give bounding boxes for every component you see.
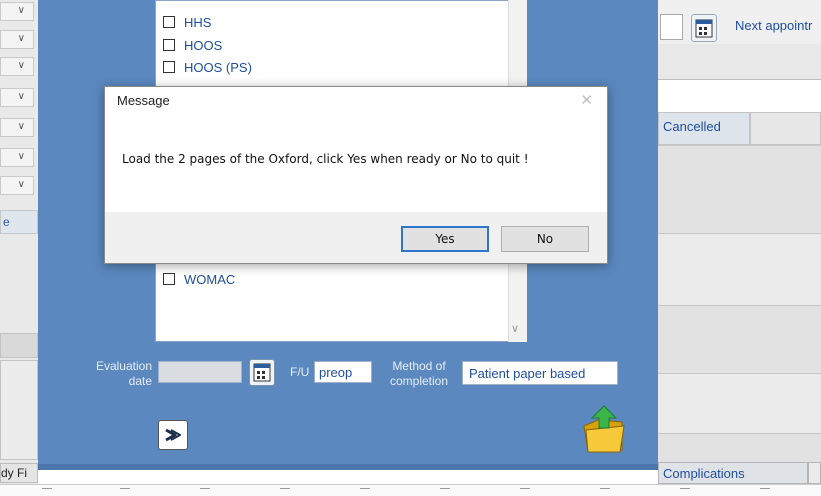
evaluation-date-field[interactable] (158, 361, 242, 383)
right-section (658, 145, 821, 234)
message-dialog: Message ✕ Load the 2 pages of the Oxford… (104, 86, 608, 264)
dialog-message: Load the 2 pages of the Oxford, click Ye… (122, 152, 529, 166)
chevron-down-icon: ∨ (17, 91, 25, 102)
dropdown-2[interactable]: ∨ (0, 30, 34, 49)
checklist-item-label: HHS (184, 14, 212, 30)
calendar-icon[interactable] (691, 14, 717, 42)
method-of-completion-field[interactable]: Patient paper based (462, 361, 618, 385)
chevron-down-icon: ∨ (17, 121, 25, 132)
right-tab-blank (750, 112, 821, 145)
arrow-right-icon (165, 428, 181, 442)
chevron-down-icon: ∨ (17, 33, 25, 44)
right-tab-blank (808, 462, 821, 484)
left-strip: ∨ ∨ ∨ ∨ ∨ ∨ ∨ e dy Fi (0, 0, 38, 495)
calendar-icon[interactable] (249, 359, 275, 386)
forward-button[interactable] (158, 420, 188, 450)
dialog-title: Message (117, 93, 170, 108)
close-icon[interactable]: ✕ (580, 91, 593, 109)
checklist-item[interactable]: HOOS (163, 36, 222, 54)
chevron-down-icon: ∨ (17, 179, 25, 190)
left-block (0, 333, 38, 358)
right-toolbar (658, 44, 821, 80)
checklist-item[interactable]: HHS (163, 13, 211, 31)
checklist-item[interactable]: HOOS (PS) (163, 58, 252, 76)
folder-export-icon[interactable] (578, 404, 630, 456)
no-button[interactable]: No (501, 226, 589, 252)
checkbox[interactable] (163, 273, 175, 285)
checkbox[interactable] (163, 61, 175, 73)
chevron-down-icon: ∨ (17, 60, 25, 71)
dropdown-5[interactable]: ∨ (0, 118, 34, 137)
right-section (658, 433, 821, 463)
dropdown-6[interactable]: ∨ (0, 148, 34, 167)
checklist-item-label: HOOS (PS) (184, 59, 252, 75)
checklist-item[interactable]: WOMAC (163, 270, 235, 288)
bottom-ruler (0, 484, 821, 496)
left-block (0, 360, 38, 460)
checkbox[interactable] (163, 39, 175, 51)
checklist-item-label: WOMAC (184, 271, 236, 287)
scroll-down-icon[interactable]: ∨ (511, 322, 519, 335)
right-section (658, 305, 821, 374)
chevron-down-icon: ∨ (17, 151, 25, 162)
yes-button[interactable]: Yes (401, 226, 489, 252)
next-appointment-label: Next appointr (735, 18, 813, 33)
left-tab-partial[interactable]: e (0, 210, 38, 234)
dropdown-4[interactable]: ∨ (0, 88, 34, 107)
right-blank-area (658, 80, 821, 112)
checklist-item-label: HOOS (184, 37, 223, 53)
fu-label: F/U (290, 365, 310, 379)
dropdown-7[interactable]: ∨ (0, 176, 34, 195)
right-input[interactable] (660, 14, 683, 40)
method-of-completion-label: Method of completion (389, 359, 449, 388)
checkbox[interactable] (163, 16, 175, 28)
fu-field[interactable]: preop (314, 361, 372, 383)
chevron-down-icon: ∨ (17, 5, 25, 16)
right-section (658, 233, 821, 306)
dropdown-1[interactable]: ∨ (0, 2, 34, 21)
cancelled-tab[interactable]: Cancelled (658, 112, 750, 145)
left-bottom-tab[interactable]: dy Fi (0, 463, 38, 483)
complications-tab[interactable]: Complications (658, 462, 808, 484)
evaluation-date-label: Evaluation date (95, 359, 152, 388)
dropdown-3[interactable]: ∨ (0, 57, 34, 76)
right-section (658, 373, 821, 434)
